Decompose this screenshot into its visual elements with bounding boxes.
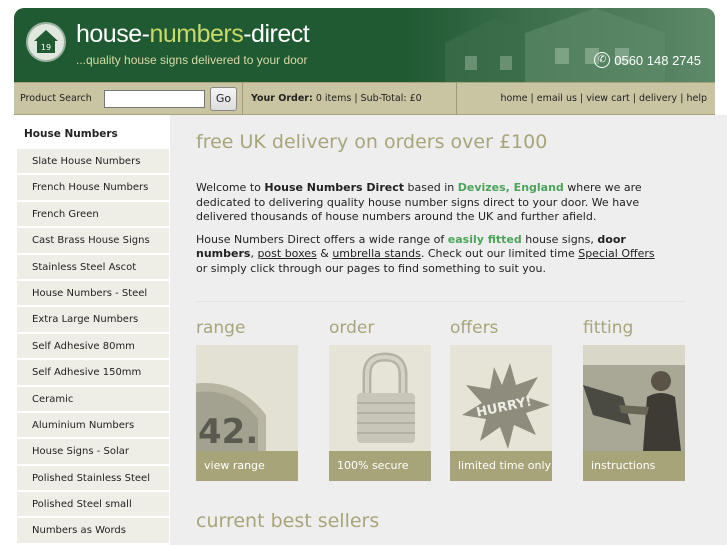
content-divider (196, 301, 686, 302)
sidebar-item-numbers-as-words[interactable]: Numbers as Words (17, 517, 169, 544)
tile-order[interactable]: order 100% secure (329, 317, 431, 481)
location-highlight: Devizes, England (457, 181, 564, 194)
sidebar-item-ceramic[interactable]: Ceramic (17, 385, 169, 412)
toolbar-divider (242, 82, 243, 115)
toolbar-divider (456, 82, 457, 115)
delivery-promo-heading: free UK delivery on orders over £100 (196, 131, 548, 153)
link-delivery[interactable]: delivery (639, 93, 677, 104)
intro-paragraph-1: Welcome to House Numbers Direct based in… (196, 181, 642, 224)
phone-icon: ✆ (594, 52, 611, 68)
sidebar-item-self-adhesive-150mm[interactable]: Self Adhesive 150mm (17, 359, 169, 386)
sidebar-item-house-numbers-steel[interactable]: House Numbers - Steel (17, 279, 169, 307)
sidebar-item-stainless-steel-ascot[interactable]: Stainless Steel Ascot (17, 253, 169, 280)
tile-range[interactable]: range 42. view range (196, 317, 298, 481)
link-umbrella-stands[interactable]: umbrella stands (332, 247, 421, 260)
link-home[interactable]: home (501, 93, 528, 104)
tile-title: offers (450, 317, 552, 345)
sidebar-item-aluminium-numbers[interactable]: Aluminium Numbers (17, 411, 169, 439)
tile-offers[interactable]: offers HURRY! limited time only (450, 317, 552, 481)
tile-caption: instructions (583, 451, 685, 481)
fitting-photo (583, 345, 685, 451)
site-tagline: ...quality house signs delivered to your… (76, 53, 308, 67)
best-sellers-heading: current best sellers (196, 510, 380, 532)
link-special-offers[interactable]: Special Offers (578, 247, 654, 260)
tile-title: order (329, 317, 431, 345)
sidebar-item-french-house-numbers[interactable]: French House Numbers (17, 174, 169, 201)
house-logo-icon[interactable]: 19 (26, 22, 66, 62)
sidebar: House Numbers Slate House Numbers French… (14, 115, 170, 545)
link-help[interactable]: help (686, 93, 707, 104)
header-house-photo (405, 8, 715, 82)
product-search-input[interactable] (104, 89, 205, 108)
product-search-label: Product Search (20, 93, 92, 104)
padlock-icon (329, 345, 431, 451)
main-content: free UK delivery on orders over £100 Wel… (170, 115, 727, 545)
intro-text: Welcome to House Numbers Direct based in… (196, 181, 666, 285)
sidebar-menu: Slate House Numbers French House Numbers… (17, 148, 170, 544)
link-view-cart[interactable]: view cart (586, 93, 630, 104)
svg-text:42.: 42. (198, 412, 258, 451)
toolbar: Product Search Go Your Order: 0 items | … (14, 82, 715, 115)
sidebar-item-slate-house-numbers[interactable]: Slate House Numbers (17, 148, 169, 175)
sidebar-item-french-green[interactable]: French Green (17, 200, 169, 228)
search-go-button[interactable]: Go (210, 86, 237, 111)
site-logo-text[interactable]: house-numbers-direct (76, 20, 310, 49)
sidebar-item-self-adhesive-80mm[interactable]: Self Adhesive 80mm (17, 332, 169, 360)
phone-number: ✆ 0560 148 2745 (594, 52, 701, 68)
sidebar-item-house-signs-solar[interactable]: House Signs - Solar (17, 438, 169, 465)
tile-caption: 100% secure (329, 451, 431, 481)
sidebar-item-cast-brass-house-signs[interactable]: Cast Brass House Signs (17, 227, 169, 254)
site-header: 19 house-numbers-direct ...quality house… (14, 8, 715, 82)
house-sign-image: 42. (196, 345, 298, 451)
link-post-boxes[interactable]: post boxes (257, 247, 316, 260)
sidebar-heading[interactable]: House Numbers (14, 115, 170, 148)
tile-title: range (196, 317, 298, 345)
svg-text:19: 19 (41, 43, 51, 52)
sidebar-item-extra-large-numbers[interactable]: Extra Large Numbers (17, 306, 169, 333)
intro-paragraph-2: House Numbers Direct offers a wide range… (196, 232, 655, 275)
tile-fitting[interactable]: fitting instructions (583, 317, 685, 481)
order-summary: Your Order: 0 items | Sub-Total: £0 (251, 93, 422, 104)
sidebar-item-polished-steel-small[interactable]: Polished Steel small (17, 491, 169, 518)
tile-caption: view range (196, 451, 298, 481)
link-email-us[interactable]: email us (537, 93, 577, 104)
top-links: home | email us | view cart | delivery |… (500, 93, 707, 104)
hurry-starburst-image: HURRY! (450, 345, 552, 451)
sidebar-item-polished-stainless-steel[interactable]: Polished Stainless Steel (17, 464, 169, 492)
tile-title: fitting (583, 317, 685, 345)
tile-caption: limited time only (450, 451, 552, 481)
